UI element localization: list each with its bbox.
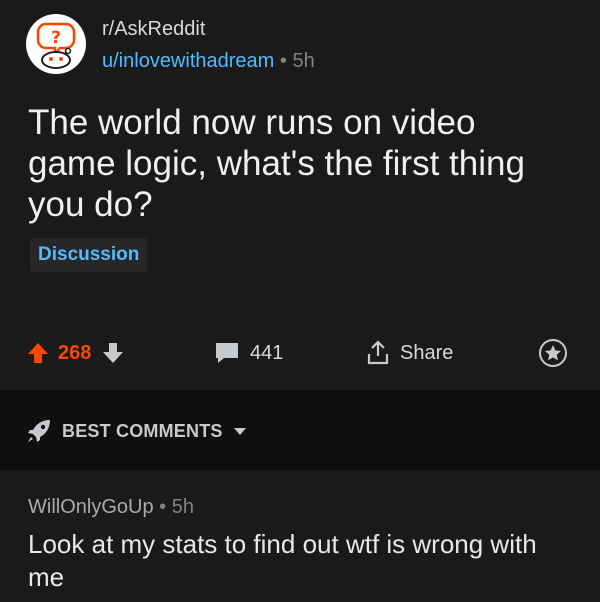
comment-bubble-icon	[216, 343, 238, 363]
vote-count: 268	[58, 341, 92, 364]
share-label: Share	[400, 341, 454, 364]
svg-text:?: ?	[51, 28, 61, 48]
post-meta: u/inlovewithadream • 5h	[102, 50, 315, 73]
comment-meta: WillOnlyGoUp • 5h	[28, 496, 194, 519]
comment-author[interactable]: WillOnlyGoUp	[28, 496, 154, 518]
comment-age: 5h	[171, 496, 194, 518]
post-author[interactable]: u/inlovewithadream	[102, 50, 274, 72]
post-card: ? r/AskReddit u/inlovewithadream • 5h Th…	[0, 0, 600, 390]
subreddit-name[interactable]: r/AskReddit	[102, 18, 205, 41]
post-flair[interactable]: Discussion	[30, 238, 148, 272]
comment-count: 441	[250, 341, 284, 364]
post-age: 5h	[292, 50, 315, 72]
award-icon	[539, 339, 567, 367]
askreddit-snoo-icon: ?	[27, 15, 85, 73]
rocket-icon	[28, 420, 50, 442]
downvote-arrow-icon[interactable]	[101, 341, 125, 365]
subreddit-avatar[interactable]: ?	[26, 14, 86, 74]
upvote-arrow-icon[interactable]	[26, 341, 50, 365]
sort-dropdown[interactable]: BEST COMMENTS	[26, 418, 249, 444]
sort-label: BEST COMMENTS	[62, 420, 223, 441]
caret-down-icon	[233, 428, 246, 435]
comment-sort-bar: BEST COMMENTS	[0, 390, 600, 470]
share-button[interactable]: Share	[366, 330, 453, 376]
comments-button[interactable]: 441	[214, 330, 283, 376]
meta-separator: •	[274, 50, 293, 72]
post-title[interactable]: The world now runs on video game logic, …	[28, 102, 548, 225]
post-action-bar: 268 441 Share	[0, 330, 600, 376]
share-icon	[367, 340, 389, 365]
comment-meta-separator: •	[153, 496, 172, 518]
comment-body: Look at my stats to find out wtf is wron…	[28, 529, 537, 592]
award-button[interactable]	[538, 330, 568, 376]
vote-control: 268	[26, 330, 125, 376]
top-comment: WillOnlyGoUp • 5h Look at my stats to fi…	[0, 470, 600, 602]
